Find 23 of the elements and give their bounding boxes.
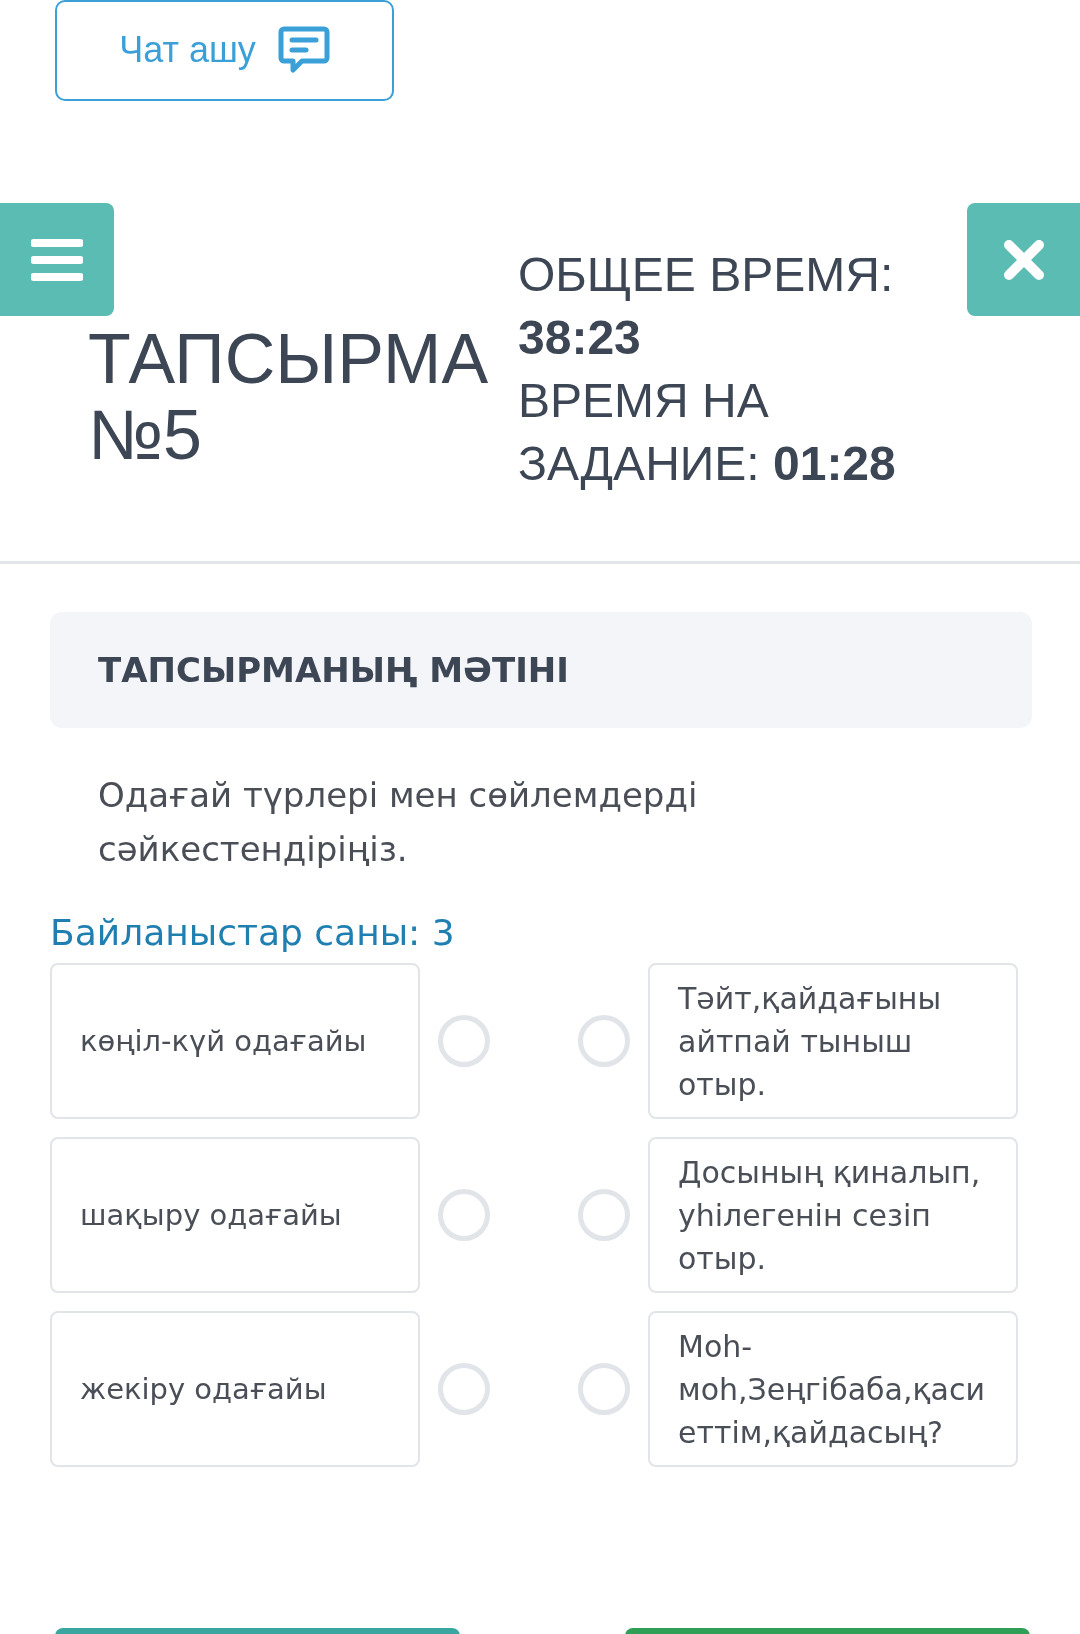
connector-handle[interactable] [438, 1015, 490, 1067]
match-option[interactable]: жекіру одағайы [50, 1311, 420, 1467]
connections-count: Байланыстар саны: 3 [50, 912, 455, 953]
match-option[interactable]: Тәйт,қайдағыны айтпай тыныш отыр. [648, 963, 1018, 1119]
connector-handle[interactable] [438, 1363, 490, 1415]
match-option[interactable]: Моһ-моһ,Зеңгібаба,қаси еттім,қайдасың? [648, 1311, 1018, 1467]
menu-button[interactable] [0, 203, 114, 316]
chat-icon [277, 25, 330, 75]
close-icon [1003, 239, 1044, 280]
connector-handle[interactable] [578, 1015, 630, 1067]
connector-handle[interactable] [578, 1363, 630, 1415]
match-option[interactable]: көңіл-күй одағайы [50, 963, 420, 1119]
match-option[interactable]: шақыру одағайы [50, 1137, 420, 1293]
match-option[interactable]: Досының қиналып, уһілегенін сезіп отыр. [648, 1137, 1018, 1293]
connector-handle[interactable] [578, 1189, 630, 1241]
instruction-text: Одағай түрлері мен сөйлемдерді сәйкестендіріңіз. [98, 774, 699, 871]
connector-handle[interactable] [438, 1189, 490, 1241]
close-button[interactable] [967, 203, 1080, 316]
timer-text: ОБЩЕЕ ВРЕМЯ: 38:23 [518, 247, 895, 366]
timer-text: ВРЕМЯ НА ЗАДАНИЕ: 01:28 [518, 373, 897, 492]
task-header: ТАПСЫРМАНЫҢ МӘТІНІ [98, 650, 569, 690]
task-title: ТАПСЫРМА №5 [88, 321, 490, 473]
menu-icon [31, 237, 83, 282]
